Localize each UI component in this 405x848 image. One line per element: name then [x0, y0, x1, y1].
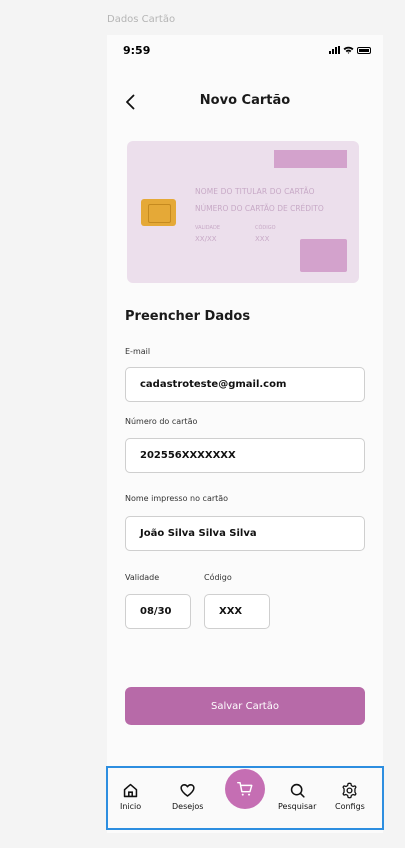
- card-validity-value: XX/XX: [195, 235, 217, 243]
- card-chip-icon: [141, 199, 176, 226]
- status-bar: 9:59: [107, 35, 383, 67]
- nav-label-inicio: Inicio: [120, 802, 142, 811]
- nav-label-pesquisar: Pesquisar: [278, 802, 317, 811]
- code-label: Código: [204, 573, 232, 582]
- phone-screen: 9:59 Novo Cartão NOME DO TITULAR DO CART…: [107, 35, 383, 833]
- validity-label: Validade: [125, 573, 160, 582]
- signal-icon: [329, 46, 340, 54]
- printed-name-field[interactable]: João Silva Silva Silva: [125, 516, 365, 551]
- gear-icon: [342, 782, 358, 799]
- section-title: Preencher Dados: [125, 309, 251, 324]
- header: Novo Cartão: [107, 90, 383, 114]
- code-field[interactable]: XXX: [204, 594, 270, 629]
- nav-item-pesquisar[interactable]: Pesquisar: [278, 782, 316, 811]
- card-code-value: XXX: [255, 235, 270, 243]
- home-icon: [123, 783, 138, 798]
- printed-name-label: Nome impresso no cartão: [125, 494, 229, 503]
- bottom-nav: Inicio Desejos Pesquisar Configs: [106, 766, 384, 830]
- nav-item-configs[interactable]: Configs: [335, 782, 365, 811]
- card-preview: NOME DO TITULAR DO CARTÃO NÚMERO DO CART…: [127, 141, 359, 283]
- cart-button[interactable]: [225, 769, 265, 809]
- card-holder-placeholder: NOME DO TITULAR DO CARTÃO: [195, 187, 315, 196]
- nav-item-desejos[interactable]: Desejos: [172, 782, 203, 811]
- status-time: 9:59: [123, 44, 151, 57]
- wifi-icon: [343, 46, 354, 54]
- validity-field[interactable]: 08/30: [125, 594, 191, 629]
- canvas: Dados Cartão 9:59 Novo Cartão NOME DO TI…: [0, 0, 405, 848]
- card-number-label: Número do cartão: [125, 417, 198, 426]
- nav-item-inicio[interactable]: Inicio: [120, 782, 141, 811]
- search-icon: [290, 783, 305, 798]
- card-logo-box: [300, 239, 347, 272]
- card-validity-label: VALIDADE: [195, 225, 220, 231]
- nav-label-desejos: Desejos: [172, 802, 204, 811]
- nav-label-configs: Configs: [335, 802, 365, 811]
- card-code-label: CÓDIGO: [255, 225, 276, 231]
- email-label: E-mail: [125, 347, 151, 356]
- card-number-placeholder: NÚMERO DO CARTÃO DE CRÉDITO: [195, 204, 324, 213]
- frame-label: Dados Cartão: [107, 14, 176, 25]
- heart-icon: [180, 784, 195, 797]
- status-icons: [329, 46, 371, 54]
- card-top-strip: [274, 150, 347, 168]
- cart-icon: [237, 781, 253, 796]
- card-number-field[interactable]: 202556XXXXXXX: [125, 438, 365, 473]
- email-field[interactable]: cadastroteste@gmail.com: [125, 367, 365, 402]
- save-card-button[interactable]: Salvar Cartão: [125, 687, 365, 725]
- page-title: Novo Cartão: [199, 93, 291, 108]
- battery-icon: [357, 46, 371, 54]
